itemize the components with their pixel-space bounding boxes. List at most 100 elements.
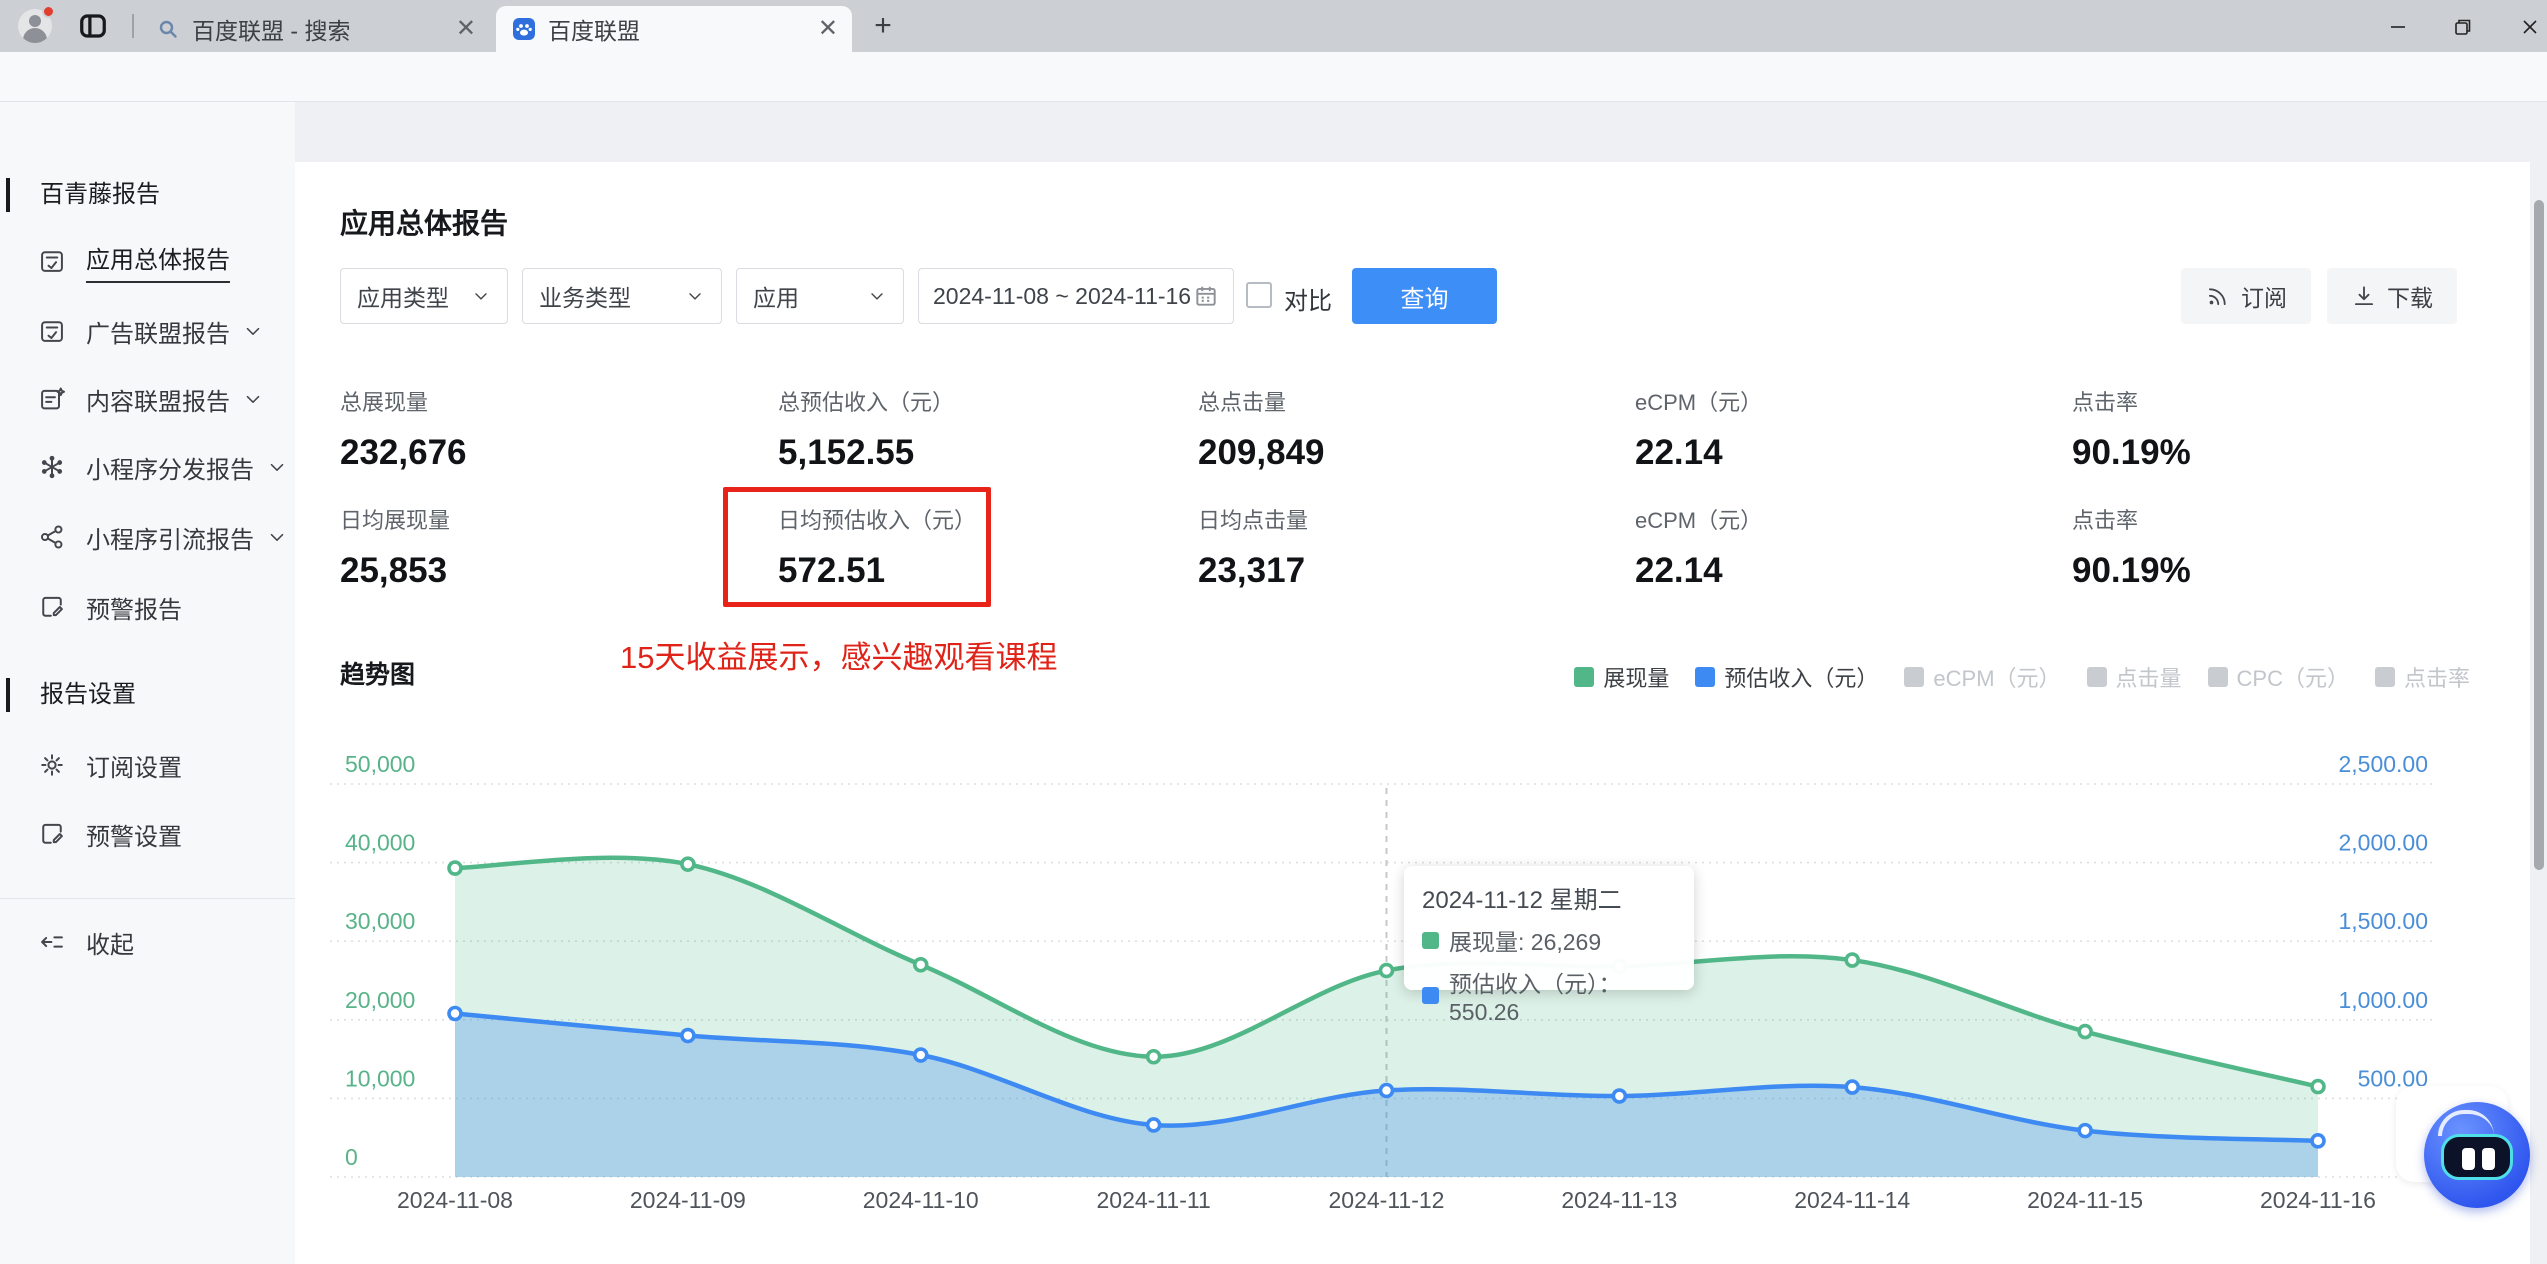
assistant-swirl [2438,1110,2494,1136]
date-range-field[interactable]: 2024-11-08 ~ 2024-11-16 [918,268,1234,324]
report-icon [38,247,66,275]
sidebar-item-1[interactable]: 应用总体报告 [0,233,295,289]
new-tab-button[interactable]: + [868,11,898,42]
stat-label: 总点击量 [1198,390,1287,415]
legend-item[interactable]: 展现量 [1574,661,1669,693]
legend-item[interactable]: eCPM（元） [1904,661,2061,693]
sidebar-item-label: 小程序引流报告 [86,526,254,554]
window-minimize-button[interactable] [2383,12,2413,42]
sidebar: 百青藤报告 应用总体报告 广告联盟报告 内容联盟报告 小程序分发报告 小程序引流报告 预警… [0,102,295,1264]
browser-window: 百度联盟 - 搜索 ✕ 百度联盟 ✕ + https://union.baidu… [0,0,2547,1264]
legend-label: 点击量 [2115,666,2182,691]
notification-dot [42,5,55,18]
workspaces-icon[interactable] [78,11,108,41]
subscribe-button[interactable]: 订阅 [2181,268,2311,324]
sidebar-section-reports: 百青藤报告 [40,181,160,208]
flag-pen-icon [38,820,66,848]
report-icon [38,317,66,345]
legend-label: 点击率 [2403,666,2470,691]
flag-pen-icon [38,593,66,621]
legend-swatch [2086,667,2107,687]
trend-chart-hover-area[interactable] [340,780,2430,1200]
tab-close-icon[interactable]: ✕ [456,17,476,41]
tooltip-row: 预估收入（元）：550.26 [1422,965,1676,1026]
collapse-icon [38,928,66,956]
chevron-down-icon [266,526,288,548]
stat-value: 22.14 [1635,551,1723,590]
legend-item[interactable]: 点击量 [2086,661,2182,693]
sidebar-item-label: 订阅设置 [86,754,182,782]
chevron-down-icon [471,286,491,306]
stat-value: 209,849 [1198,433,1325,472]
query-button[interactable]: 查询 [1352,268,1497,324]
legend-label: eCPM（元） [1933,666,2061,691]
stats-row-daily: 日均展现量 25,853 日均预估收入（元） 572.51 日均点击量 23,317 eCP… [340,503,2470,603]
stat-card: eCPM（元） 22.14 [1635,385,1762,473]
stats-row-total: 总展现量 232,676 总预估收入（元） 5,152.55 总点击量 209,849 eC… [340,385,2470,485]
tooltip-row: 展现量: 26,269 [1422,923,1676,957]
stat-label: 总预估收入（元） [778,390,955,415]
stat-label: eCPM（元） [1635,390,1763,415]
legend-item[interactable]: 点击率 [2374,661,2470,693]
window-restore-button[interactable] [2447,12,2477,42]
sidebar-item-4[interactable]: 小程序分发报告 [0,439,295,495]
legend-item[interactable]: CPC（元） [2207,661,2349,693]
stat-card: 点击率 90.19% [2072,503,2191,591]
app-select[interactable]: 应用 [736,268,904,324]
sidebar-item-2[interactable]: 广告联盟报告 [0,303,295,359]
tab-baidu-union-search[interactable]: 百度联盟 - 搜索 ✕ [140,6,490,52]
tab-strip: 百度联盟 - 搜索 ✕ 百度联盟 ✕ + [0,0,2547,52]
tab-close-icon[interactable]: ✕ [818,17,838,41]
sidebar-item-label: 预警报告 [86,596,182,624]
page-title: 应用总体报告 [340,208,509,239]
stat-value: 23,317 [1198,551,1306,590]
tab-title: 百度联盟 - 搜索 [192,18,351,44]
business-type-select[interactable]: 业务类型 [522,268,722,324]
series-swatch [1422,931,1439,949]
legend-label: 展现量 [1603,666,1670,691]
sidebar-divider [0,898,295,899]
sidebar-item-label: 广告联盟报告 [86,320,230,348]
chevron-down-icon [685,286,705,306]
section-marker [6,178,10,212]
stat-value: 22.14 [1635,433,1723,472]
stat-value: 232,676 [340,433,467,472]
sidebar-section-settings: 报告设置 [40,681,136,708]
sidebar-collapse-button[interactable]: 收起 [0,914,295,970]
search-tab-icon [156,17,180,41]
legend-swatch [1695,667,1716,687]
series-swatch [1422,987,1439,1004]
stat-label: 日均展现量 [340,508,451,533]
chart-title: 趋势图 [340,661,416,689]
stat-card: 点击率 90.19% [2072,385,2191,473]
legend-swatch [2374,667,2395,687]
sidebar-item-3[interactable]: 内容联盟报告 [0,371,295,427]
window-close-button[interactable] [2515,12,2545,42]
chevron-down-icon [867,286,887,306]
legend-swatch [1904,667,1925,687]
sidebar-item-6[interactable]: 预警报告 [0,579,295,635]
download-button[interactable]: 下载 [2327,268,2457,324]
sidebar-settings-item-2[interactable]: 预警设置 [0,806,295,862]
legend-item[interactable]: 预估收入（元） [1695,661,1878,693]
chevron-down-icon [242,388,264,410]
assistant-robot-button[interactable] [2424,1102,2530,1208]
tab-baidu-union[interactable]: 百度联盟 ✕ [496,6,852,52]
tab-title: 百度联盟 [548,18,640,44]
sidebar-item-label: 小程序分发报告 [86,456,254,484]
stat-card: 日均展现量 25,853 [340,503,450,591]
scrollbar-thumb[interactable] [2534,200,2544,870]
legend-swatch [1574,667,1595,687]
sidebar-settings-item-1[interactable]: 订阅设置 [0,737,295,793]
app-type-select-value: 应用类型 [357,285,449,311]
rss-icon [2205,283,2231,309]
stat-label: eCPM（元） [1635,508,1763,533]
stat-label: 总展现量 [340,390,429,415]
sidebar-item-5[interactable]: 小程序引流报告 [0,509,295,565]
app-type-select[interactable]: 应用类型 [340,268,508,324]
stat-label: 点击率 [2072,508,2139,533]
stat-value: 5,152.55 [778,433,915,472]
compare-label: 对比 [1284,288,1332,315]
compare-checkbox[interactable] [1246,282,1272,308]
stat-card: 总预估收入（元） 5,152.55 [778,385,954,473]
